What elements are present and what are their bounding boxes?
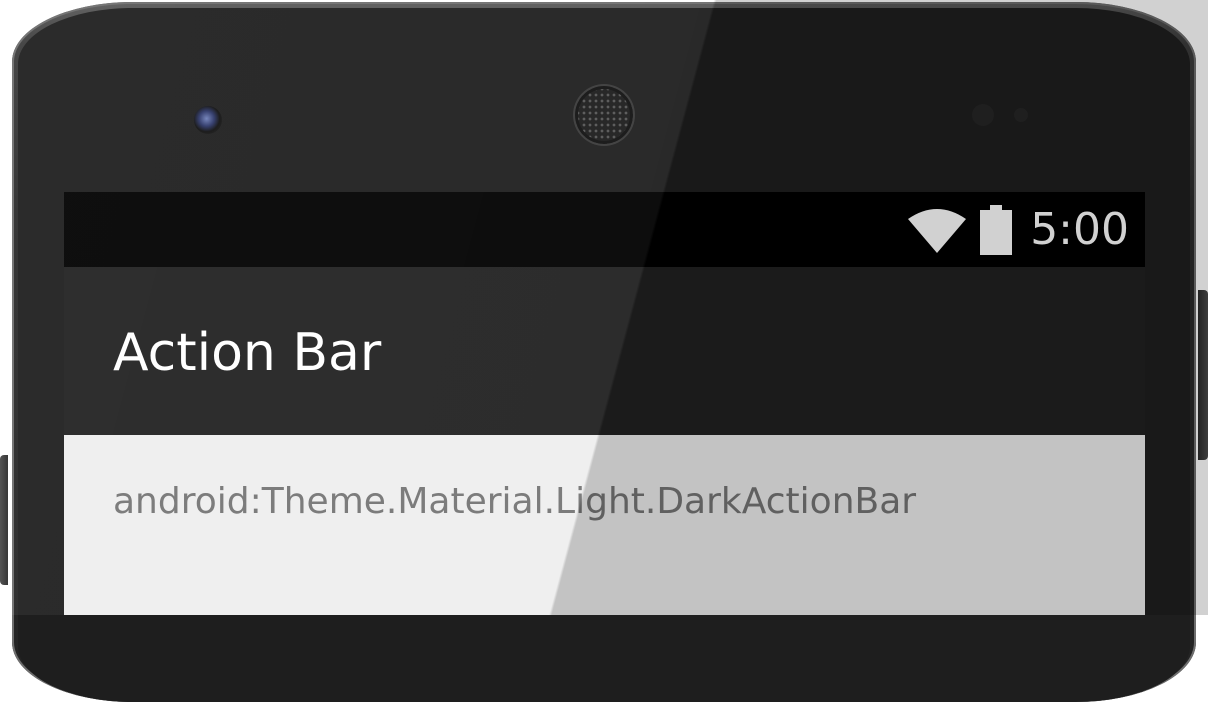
power-button — [1198, 290, 1208, 460]
wifi-icon — [908, 207, 967, 253]
action-bar: Action Bar — [64, 267, 1145, 435]
status-clock: 5:00 — [1030, 204, 1129, 255]
theme-name-text: android:Theme.Material.Light.DarkActionB… — [113, 481, 917, 522]
phone-screen: 5:00 Action Bar android:Theme.Material.L… — [64, 192, 1145, 615]
action-bar-title: Action Bar — [113, 323, 382, 383]
status-bar: 5:00 — [64, 192, 1145, 267]
front-camera-icon — [194, 106, 222, 134]
volume-button — [0, 455, 8, 585]
light-sensor-icon — [1014, 108, 1028, 122]
earpiece-speaker-icon — [575, 86, 633, 144]
proximity-sensor-icon — [972, 104, 994, 126]
content-area: android:Theme.Material.Light.DarkActionB… — [64, 435, 1145, 615]
status-icons: 5:00 — [908, 204, 1129, 255]
battery-icon — [980, 205, 1013, 255]
